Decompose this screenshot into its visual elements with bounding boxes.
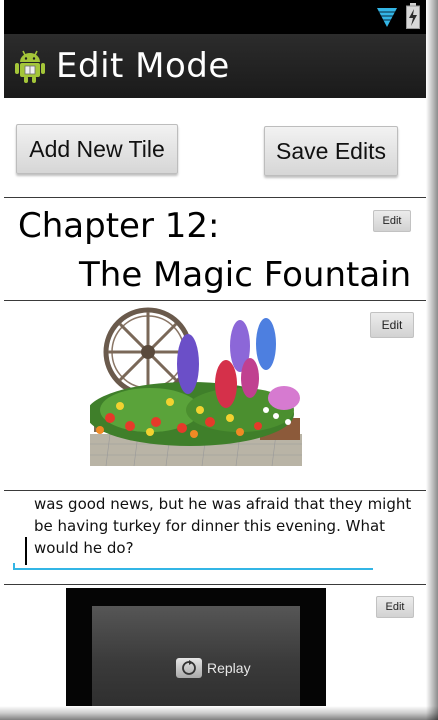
text-line: was good news, but he was afraid that th… <box>34 495 412 513</box>
chapter-number: Chapter 12: <box>18 206 220 246</box>
frame-shadow-bottom <box>0 706 438 720</box>
replay-label: Replay <box>207 660 251 676</box>
app-screen: Edit Mode Add New Tile Save Edits Chapte… <box>4 0 426 706</box>
text-cursor <box>25 537 27 565</box>
video-thumbnail <box>92 606 300 706</box>
divider <box>4 197 426 198</box>
story-text-field[interactable]: was good news, but he was afraid that th… <box>34 493 412 559</box>
replay-icon <box>176 658 202 678</box>
divider <box>4 490 426 491</box>
edit-title-tile-button[interactable]: Edit <box>373 210 411 232</box>
add-new-tile-button[interactable]: Add New Tile <box>16 124 178 174</box>
android-icon <box>15 50 45 83</box>
frame-shadow-right <box>426 0 438 720</box>
text-field-underline <box>13 568 373 570</box>
text-line: be having turkey for dinner this evening… <box>34 517 386 535</box>
edit-video-tile-button[interactable]: Edit <box>376 596 414 618</box>
signal-icon <box>377 8 397 27</box>
device-frame: Edit Mode Add New Tile Save Edits Chapte… <box>0 0 438 720</box>
video-tile[interactable]: Replay <box>66 588 326 706</box>
battery-charging-icon <box>406 3 420 29</box>
status-bar <box>4 0 426 34</box>
action-bar: Edit Mode <box>4 34 426 98</box>
garden-illustration-image <box>90 306 302 466</box>
text-line: would he do? <box>34 539 134 557</box>
page-title: Edit Mode <box>56 46 230 86</box>
edit-image-tile-button[interactable]: Edit <box>370 312 414 338</box>
chapter-title: The Magic Fountain <box>79 255 412 295</box>
divider <box>4 300 426 301</box>
save-edits-button[interactable]: Save Edits <box>264 126 398 176</box>
divider <box>4 584 426 585</box>
